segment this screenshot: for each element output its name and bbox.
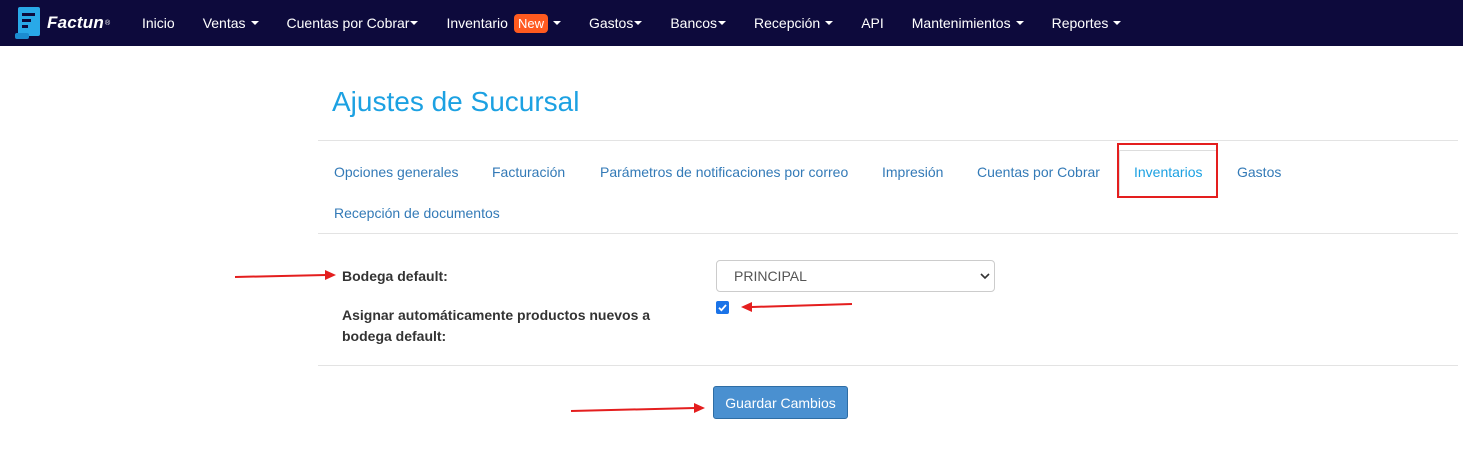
- nav-item-api[interactable]: API: [847, 0, 898, 46]
- nav-item-gastos[interactable]: Gastos: [575, 0, 656, 46]
- nav-label: Inicio: [142, 15, 175, 31]
- nav-item-ventas[interactable]: Ventas: [189, 0, 273, 46]
- nav-label: Recepción: [754, 15, 821, 31]
- nav-label: Gastos: [588, 15, 634, 31]
- nav-label: Bancos: [670, 15, 718, 31]
- tabs-divider: [318, 233, 1458, 234]
- checkmark-icon: [718, 304, 727, 312]
- title-divider: [318, 140, 1458, 141]
- bodega-default-label: Bodega default:: [342, 268, 448, 284]
- page-title: Ajustes de Sucursal: [332, 86, 580, 117]
- auto-assign-checkbox[interactable]: [716, 301, 729, 314]
- nav-item-reportes[interactable]: Reportes: [1038, 0, 1136, 46]
- nav-item-inventario[interactable]: Inventario New: [432, 0, 575, 46]
- caret-down-icon: [1113, 21, 1122, 25]
- tab-gastos[interactable]: Gastos: [1237, 164, 1281, 180]
- nav-item-inicio[interactable]: Inicio: [128, 0, 189, 46]
- factun-logo-icon: [15, 7, 40, 39]
- tab-opciones-generales[interactable]: Opciones generales: [334, 164, 459, 180]
- caret-down-icon: [634, 21, 643, 25]
- brand-registered-mark: ®: [104, 19, 111, 27]
- annotation-arrow-icon: [234, 270, 336, 280]
- caret-down-icon: [250, 21, 259, 25]
- nav-label: Cuentas por Cobrar: [286, 15, 410, 31]
- nav-item-bancos[interactable]: Bancos: [656, 0, 740, 46]
- nav-label: API: [861, 15, 884, 31]
- top-navbar: Factun ® Inicio Ventas Cuentas por Cobrar…: [0, 0, 1463, 46]
- auto-assign-label-line1: Asignar automáticamente productos nuevos…: [342, 307, 651, 323]
- auto-assign-label-line2: bodega default:: [342, 328, 447, 344]
- save-changes-button[interactable]: Guardar Cambios: [713, 386, 848, 419]
- annotation-highlight-box: [1117, 143, 1218, 198]
- nav-item-cuentas-por-cobrar[interactable]: Cuentas por Cobrar: [273, 0, 433, 46]
- bodega-default-select[interactable]: PRINCIPAL: [716, 260, 995, 292]
- bodega-default-value: PRINCIPAL: [734, 268, 807, 284]
- annotation-arrow-icon: [570, 403, 705, 413]
- main-nav: Inicio Ventas Cuentas por Cobrar Inventa…: [128, 0, 1135, 46]
- caret-down-icon: [718, 21, 727, 25]
- nav-item-mantenimientos[interactable]: Mantenimientos: [898, 0, 1038, 46]
- nav-label: Mantenimientos: [911, 15, 1011, 31]
- brand-name: Factun: [47, 13, 104, 32]
- caret-down-icon: [410, 21, 419, 25]
- tab-cuentas-por-cobrar[interactable]: Cuentas por Cobrar: [977, 164, 1100, 180]
- tab-facturacion[interactable]: Facturación: [492, 164, 565, 180]
- nav-item-recepcion[interactable]: Recepción: [740, 0, 847, 46]
- tab-impresion[interactable]: Impresión: [882, 164, 943, 180]
- tab-recepcion-documentos[interactable]: Recepción de documentos: [334, 205, 500, 221]
- nav-label: Ventas: [202, 15, 246, 31]
- nav-label: Reportes: [1051, 15, 1109, 31]
- form-divider: [318, 365, 1458, 366]
- annotation-arrow-icon: [741, 302, 853, 312]
- caret-down-icon: [825, 21, 834, 25]
- caret-down-icon: [552, 21, 561, 25]
- nav-label: Inventario: [446, 15, 508, 31]
- new-badge: New: [513, 13, 548, 33]
- tab-notificaciones-correo[interactable]: Parámetros de notificaciones por correo: [600, 164, 848, 180]
- caret-down-icon: [1015, 21, 1024, 25]
- brand[interactable]: Factun ®: [0, 0, 128, 46]
- chevron-down-icon: [980, 273, 990, 280]
